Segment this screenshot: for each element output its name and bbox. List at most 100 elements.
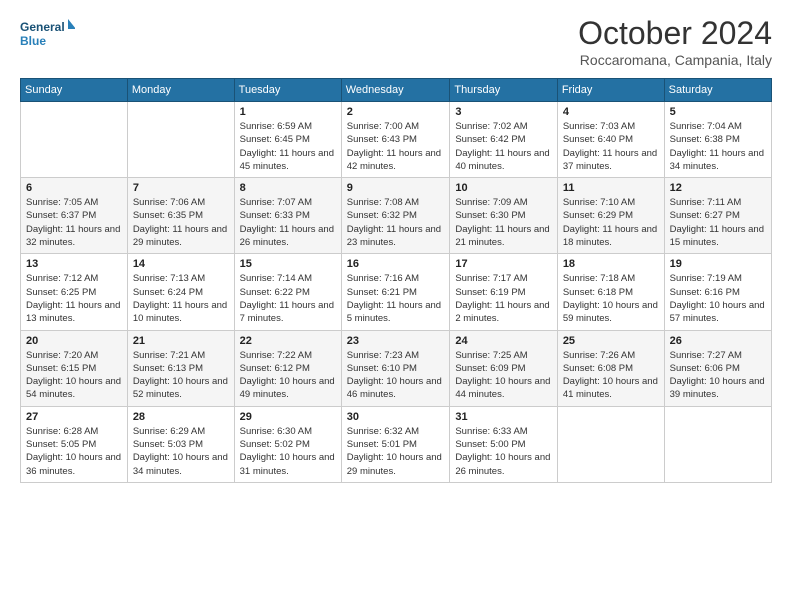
calendar-week-row: 27 Sunrise: 6:28 AM Sunset: 5:05 PM Dayli…	[21, 406, 772, 482]
table-row: 17Sunrise: 7:17 AM Sunset: 6:19 PM Dayli…	[450, 254, 557, 330]
day-info: Sunrise: 7:20 AM Sunset: 6:15 PM Dayligh…	[26, 349, 122, 402]
header-thursday: Thursday	[450, 79, 557, 102]
day-info: Sunrise: 7:22 AM Sunset: 6:12 PM Dayligh…	[240, 349, 336, 402]
table-row: 27 Sunrise: 6:28 AM Sunset: 5:05 PM Dayli…	[21, 406, 128, 482]
month-title: October 2024	[578, 15, 772, 52]
table-row: 8 Sunrise: 7:07 AM Sunset: 6:33 PM Daylig…	[234, 178, 341, 254]
day-info: Sunrise: 7:27 AM Sunset: 6:06 PM Dayligh…	[670, 349, 766, 402]
day-info: Sunrise: 7:11 AM Sunset: 6:27 PM Dayligh…	[670, 196, 766, 249]
day-number: 25	[563, 335, 659, 347]
day-number: 29	[240, 411, 336, 423]
table-row: 14 Sunrise: 7:13 AM Sunset: 6:24 PM Dayli…	[127, 254, 234, 330]
day-info: Sunrise: 7:18 AM Sunset: 6:18 PM Dayligh…	[563, 272, 659, 325]
day-info: Sunrise: 7:17 AM Sunset: 6:19 PM Dayligh…	[455, 272, 551, 325]
day-number: 23	[347, 335, 445, 347]
calendar-week-row: 1Sunrise: 6:59 AM Sunset: 6:45 PM Daylig…	[21, 102, 772, 178]
table-row: 6 Sunrise: 7:05 AM Sunset: 6:37 PM Daylig…	[21, 178, 128, 254]
table-row: 31 Sunrise: 6:33 AM Sunset: 5:00 PM Dayli…	[450, 406, 557, 482]
day-info: Sunrise: 7:25 AM Sunset: 6:09 PM Dayligh…	[455, 349, 551, 402]
day-info: Sunrise: 7:13 AM Sunset: 6:24 PM Dayligh…	[133, 272, 229, 325]
day-number: 5	[670, 106, 766, 118]
table-row: 4 Sunrise: 7:03 AM Sunset: 6:40 PM Daylig…	[557, 102, 664, 178]
header-saturday: Saturday	[664, 79, 771, 102]
day-number: 4	[563, 106, 659, 118]
svg-text:Blue: Blue	[20, 34, 46, 48]
day-number: 24	[455, 335, 551, 347]
day-info: Sunrise: 7:04 AM Sunset: 6:38 PM Dayligh…	[670, 120, 766, 173]
day-number: 30	[347, 411, 445, 423]
calendar-week-row: 6 Sunrise: 7:05 AM Sunset: 6:37 PM Daylig…	[21, 178, 772, 254]
day-info: Sunrise: 7:05 AM Sunset: 6:37 PM Dayligh…	[26, 196, 122, 249]
day-number: 28	[133, 411, 229, 423]
day-number: 20	[26, 335, 122, 347]
table-row: 2 Sunrise: 7:00 AM Sunset: 6:43 PM Daylig…	[341, 102, 450, 178]
day-info: Sunrise: 7:07 AM Sunset: 6:33 PM Dayligh…	[240, 196, 336, 249]
table-row: 25 Sunrise: 7:26 AM Sunset: 6:08 PM Dayli…	[557, 330, 664, 406]
table-row: 21Sunrise: 7:21 AM Sunset: 6:13 PM Dayli…	[127, 330, 234, 406]
day-number: 16	[347, 258, 445, 270]
table-row: 11 Sunrise: 7:10 AM Sunset: 6:29 PM Dayli…	[557, 178, 664, 254]
logo: General Blue	[20, 15, 75, 53]
day-number: 12	[670, 182, 766, 194]
page: General Blue October 2024 Roccaromana, C…	[0, 0, 792, 612]
day-info: Sunrise: 7:02 AM Sunset: 6:42 PM Dayligh…	[455, 120, 551, 173]
day-number: 11	[563, 182, 659, 194]
table-row: 28 Sunrise: 6:29 AM Sunset: 5:03 PM Dayli…	[127, 406, 234, 482]
day-number: 8	[240, 182, 336, 194]
day-info: Sunrise: 6:30 AM Sunset: 5:02 PM Dayligh…	[240, 425, 336, 478]
day-number: 7	[133, 182, 229, 194]
table-row: 16Sunrise: 7:16 AM Sunset: 6:21 PM Dayli…	[341, 254, 450, 330]
day-info: Sunrise: 7:23 AM Sunset: 6:10 PM Dayligh…	[347, 349, 445, 402]
table-row: 19Sunrise: 7:19 AM Sunset: 6:16 PM Dayli…	[664, 254, 771, 330]
day-info: Sunrise: 6:33 AM Sunset: 5:00 PM Dayligh…	[455, 425, 551, 478]
table-row: 23 Sunrise: 7:23 AM Sunset: 6:10 PM Dayli…	[341, 330, 450, 406]
day-number: 10	[455, 182, 551, 194]
header: General Blue October 2024 Roccaromana, C…	[20, 15, 772, 68]
day-number: 2	[347, 106, 445, 118]
day-number: 31	[455, 411, 551, 423]
day-number: 6	[26, 182, 122, 194]
day-number: 18	[563, 258, 659, 270]
day-info: Sunrise: 7:26 AM Sunset: 6:08 PM Dayligh…	[563, 349, 659, 402]
day-number: 15	[240, 258, 336, 270]
table-row: 20 Sunrise: 7:20 AM Sunset: 6:15 PM Dayli…	[21, 330, 128, 406]
logo-svg: General Blue	[20, 15, 75, 53]
day-info: Sunrise: 7:12 AM Sunset: 6:25 PM Dayligh…	[26, 272, 122, 325]
table-row	[664, 406, 771, 482]
day-info: Sunrise: 7:00 AM Sunset: 6:43 PM Dayligh…	[347, 120, 445, 173]
location: Roccaromana, Campania, Italy	[578, 52, 772, 68]
table-row	[127, 102, 234, 178]
header-friday: Friday	[557, 79, 664, 102]
table-row: 22 Sunrise: 7:22 AM Sunset: 6:12 PM Dayli…	[234, 330, 341, 406]
day-info: Sunrise: 7:19 AM Sunset: 6:16 PM Dayligh…	[670, 272, 766, 325]
day-info: Sunrise: 7:08 AM Sunset: 6:32 PM Dayligh…	[347, 196, 445, 249]
day-info: Sunrise: 6:29 AM Sunset: 5:03 PM Dayligh…	[133, 425, 229, 478]
header-monday: Monday	[127, 79, 234, 102]
day-number: 26	[670, 335, 766, 347]
day-info: Sunrise: 7:14 AM Sunset: 6:22 PM Dayligh…	[240, 272, 336, 325]
day-info: Sunrise: 7:03 AM Sunset: 6:40 PM Dayligh…	[563, 120, 659, 173]
day-info: Sunrise: 7:09 AM Sunset: 6:30 PM Dayligh…	[455, 196, 551, 249]
day-number: 21	[133, 335, 229, 347]
day-number: 9	[347, 182, 445, 194]
day-info: Sunrise: 6:28 AM Sunset: 5:05 PM Dayligh…	[26, 425, 122, 478]
table-row: 29 Sunrise: 6:30 AM Sunset: 5:02 PM Dayli…	[234, 406, 341, 482]
table-row: 30Sunrise: 6:32 AM Sunset: 5:01 PM Dayli…	[341, 406, 450, 482]
table-row: 1Sunrise: 6:59 AM Sunset: 6:45 PM Daylig…	[234, 102, 341, 178]
day-number: 22	[240, 335, 336, 347]
table-row	[21, 102, 128, 178]
table-row: 18 Sunrise: 7:18 AM Sunset: 6:18 PM Dayli…	[557, 254, 664, 330]
title-block: October 2024 Roccaromana, Campania, Ital…	[578, 15, 772, 68]
calendar: Sunday Monday Tuesday Wednesday Thursday…	[20, 78, 772, 483]
calendar-week-row: 20 Sunrise: 7:20 AM Sunset: 6:15 PM Dayli…	[21, 330, 772, 406]
header-tuesday: Tuesday	[234, 79, 341, 102]
day-number: 14	[133, 258, 229, 270]
table-row	[557, 406, 664, 482]
day-number: 1	[240, 106, 336, 118]
day-number: 27	[26, 411, 122, 423]
table-row: 13Sunrise: 7:12 AM Sunset: 6:25 PM Dayli…	[21, 254, 128, 330]
table-row: 5 Sunrise: 7:04 AM Sunset: 6:38 PM Daylig…	[664, 102, 771, 178]
svg-text:General: General	[20, 20, 65, 34]
table-row: 15 Sunrise: 7:14 AM Sunset: 6:22 PM Dayli…	[234, 254, 341, 330]
day-info: Sunrise: 7:10 AM Sunset: 6:29 PM Dayligh…	[563, 196, 659, 249]
